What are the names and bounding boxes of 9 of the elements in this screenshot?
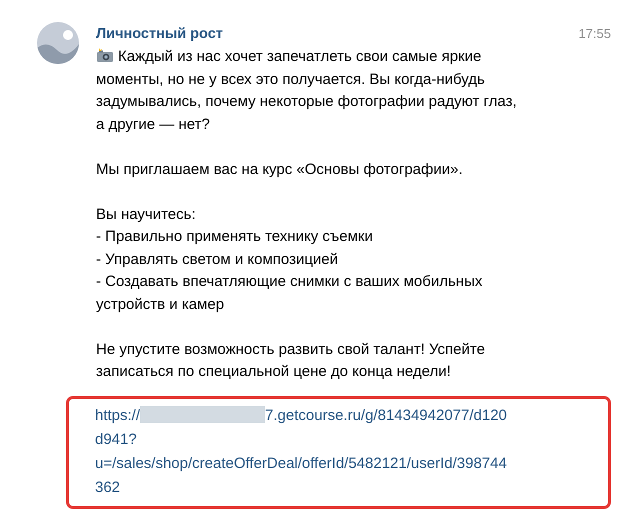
camera-icon	[96, 48, 114, 63]
author-name[interactable]: Личностный рост	[96, 26, 223, 42]
message-paragraph: Мы приглашаем вас на курс «Основы фотографии».	[96, 160, 464, 180]
avatar-icon	[37, 22, 79, 64]
message-paragraph: Вы научитесь: - Правильно применять технику съемки - Управлять светом и композицией - Создавать впечатляющие снимки с ваших мобильных устройств и камер	[96, 204, 484, 314]
link[interactable]: https:// 7.getcourse.ru/g/81434942077/d120 d941? u=/sales/shop/createOfferDeal/offerId/5482121/userId/398744 362	[95, 404, 507, 500]
message-paragraph: Не упустите возможность развить свой талант! Успейте записаться по специальной цене до конца недели!	[96, 340, 486, 382]
message-paragraph: Каждый из нас хочет запечатлеть свои самые яркие моменты, но не у всех это получается. Вы когда-нибудь задумывались, почему некоторые фотографии радуют глаз, а другие — нет?	[96, 47, 518, 134]
message-time: 17:55	[578, 26, 611, 41]
